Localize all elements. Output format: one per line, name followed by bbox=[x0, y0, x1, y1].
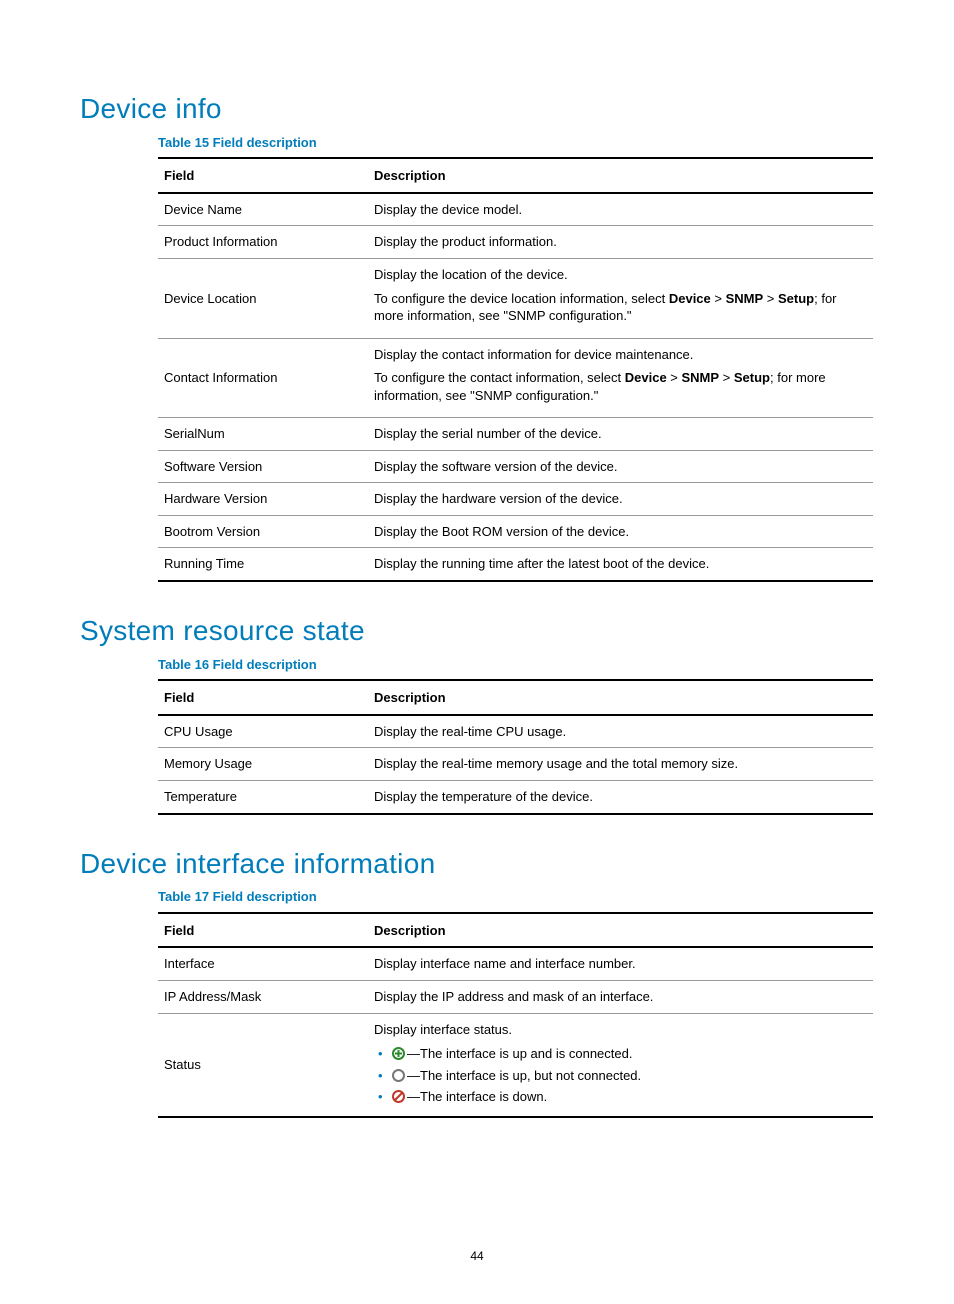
cell-field: Bootrom Version bbox=[158, 515, 368, 548]
cell-field: Status bbox=[158, 1013, 368, 1117]
status-up-notconnected-icon bbox=[392, 1069, 405, 1087]
table-caption-16: Table 16 Field description bbox=[158, 656, 874, 674]
table-row: Product Information Display the product … bbox=[158, 226, 873, 259]
cell-desc: Display the serial number of the device. bbox=[368, 418, 873, 451]
section-heading-system-resource-state: System resource state bbox=[80, 612, 874, 650]
table-row: Contact Information Display the contact … bbox=[158, 338, 873, 418]
table-row: Memory Usage Display the real-time memor… bbox=[158, 748, 873, 781]
cell-desc: Display the product information. bbox=[368, 226, 873, 259]
table-caption-15: Table 15 Field description bbox=[158, 134, 874, 152]
table-15: Field Description Device Name Display th… bbox=[158, 157, 873, 582]
cell-field: Running Time bbox=[158, 548, 368, 581]
col-field: Field bbox=[158, 680, 368, 715]
cell-desc: Display the IP address and mask of an in… bbox=[368, 980, 873, 1013]
cell-desc: Display the real-time memory usage and t… bbox=[368, 748, 873, 781]
table-row: SerialNum Display the serial number of t… bbox=[158, 418, 873, 451]
cell-desc: Display the running time after the lates… bbox=[368, 548, 873, 581]
col-field: Field bbox=[158, 913, 368, 948]
cell-field: Interface bbox=[158, 947, 368, 980]
col-description: Description bbox=[368, 680, 873, 715]
table-header-row: Field Description bbox=[158, 913, 873, 948]
table-row: Running Time Display the running time af… bbox=[158, 548, 873, 581]
col-field: Field bbox=[158, 158, 368, 193]
cell-field: Contact Information bbox=[158, 338, 368, 418]
status-bullet-list: —The interface is up and is connected. —… bbox=[374, 1044, 867, 1109]
desc-line: Display the location of the device. bbox=[374, 266, 867, 284]
col-description: Description bbox=[368, 158, 873, 193]
page-number: 44 bbox=[80, 1248, 874, 1264]
cell-field: Hardware Version bbox=[158, 483, 368, 516]
table-row: Temperature Display the temperature of t… bbox=[158, 780, 873, 813]
section-heading-device-info: Device info bbox=[80, 90, 874, 128]
table-row: Software Version Display the software ve… bbox=[158, 450, 873, 483]
table-16: Field Description CPU Usage Display the … bbox=[158, 679, 873, 814]
desc-line: Display the contact information for devi… bbox=[374, 346, 867, 364]
cell-desc: Display the device model. bbox=[368, 193, 873, 226]
cell-field: IP Address/Mask bbox=[158, 980, 368, 1013]
table-header-row: Field Description bbox=[158, 680, 873, 715]
cell-field: Product Information bbox=[158, 226, 368, 259]
table-row: CPU Usage Display the real-time CPU usag… bbox=[158, 715, 873, 748]
cell-field: Memory Usage bbox=[158, 748, 368, 781]
table-row: Interface Display interface name and int… bbox=[158, 947, 873, 980]
cell-desc: Display interface status. —The interface… bbox=[368, 1013, 873, 1117]
cell-desc: Display the contact information for devi… bbox=[368, 338, 873, 418]
table-row: Bootrom Version Display the Boot ROM ver… bbox=[158, 515, 873, 548]
table-header-row: Field Description bbox=[158, 158, 873, 193]
table-17: Field Description Interface Display inte… bbox=[158, 912, 873, 1118]
table-row: Device Location Display the location of … bbox=[158, 258, 873, 338]
desc-line: Display interface status. bbox=[374, 1021, 867, 1039]
cell-field: CPU Usage bbox=[158, 715, 368, 748]
table-row: Device Name Display the device model. bbox=[158, 193, 873, 226]
list-item: —The interface is up, but not connected. bbox=[374, 1066, 867, 1088]
table-row: IP Address/Mask Display the IP address a… bbox=[158, 980, 873, 1013]
cell-field: Device Name bbox=[158, 193, 368, 226]
col-description: Description bbox=[368, 913, 873, 948]
list-item: —The interface is down. bbox=[374, 1087, 867, 1109]
status-up-connected-icon bbox=[392, 1047, 405, 1065]
cell-desc: Display the location of the device. To c… bbox=[368, 258, 873, 338]
cell-field: Device Location bbox=[158, 258, 368, 338]
desc-line: To configure the contact information, se… bbox=[374, 369, 867, 404]
cell-desc: Display the temperature of the device. bbox=[368, 780, 873, 813]
cell-desc: Display the Boot ROM version of the devi… bbox=[368, 515, 873, 548]
table-row: Hardware Version Display the hardware ve… bbox=[158, 483, 873, 516]
cell-desc: Display the software version of the devi… bbox=[368, 450, 873, 483]
cell-field: Software Version bbox=[158, 450, 368, 483]
table-row: Status Display interface status. —The in… bbox=[158, 1013, 873, 1117]
cell-desc: Display interface name and interface num… bbox=[368, 947, 873, 980]
desc-line: To configure the device location informa… bbox=[374, 290, 867, 325]
cell-desc: Display the hardware version of the devi… bbox=[368, 483, 873, 516]
list-item: —The interface is up and is connected. bbox=[374, 1044, 867, 1066]
section-heading-device-interface-information: Device interface information bbox=[80, 845, 874, 883]
cell-desc: Display the real-time CPU usage. bbox=[368, 715, 873, 748]
cell-field: Temperature bbox=[158, 780, 368, 813]
table-caption-17: Table 17 Field description bbox=[158, 888, 874, 906]
status-down-icon bbox=[392, 1090, 405, 1108]
cell-field: SerialNum bbox=[158, 418, 368, 451]
